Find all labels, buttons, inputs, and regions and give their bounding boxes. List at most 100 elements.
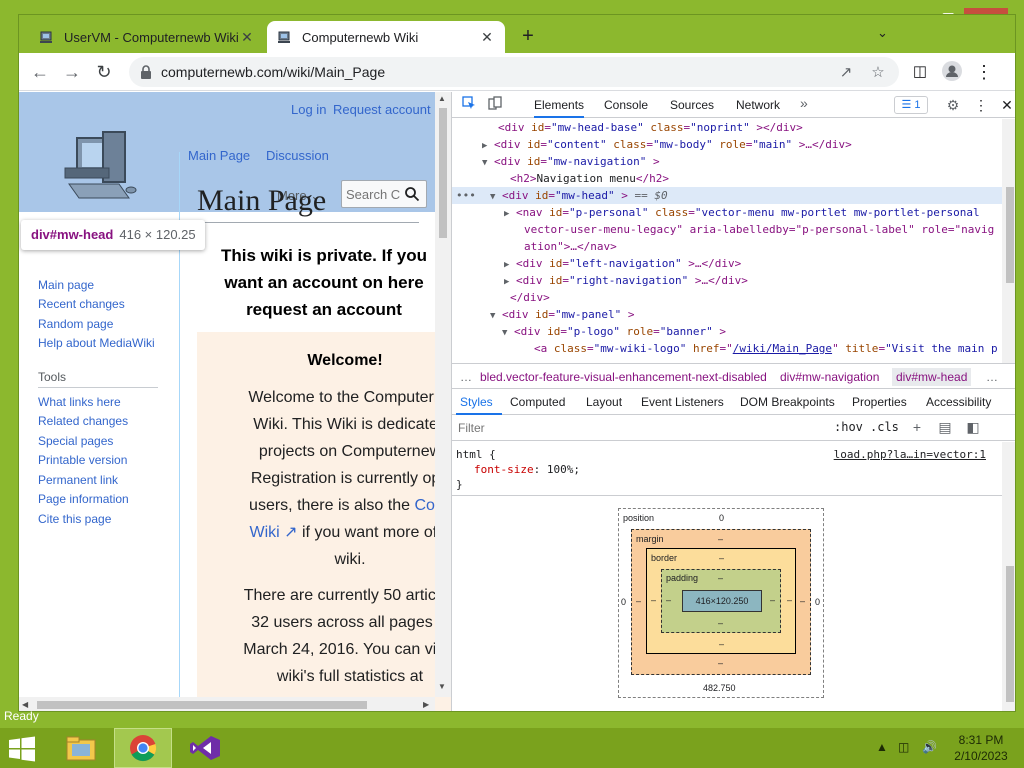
styles-filter-input[interactable] — [458, 419, 828, 437]
windows-start-icon[interactable] — [8, 736, 36, 762]
search-icon[interactable] — [404, 186, 420, 202]
tab-computed[interactable]: Computed — [510, 395, 565, 409]
dom-attr-link[interactable]: /wiki/Main_Page — [733, 342, 832, 355]
styles-scrollbar[interactable] — [1002, 442, 1015, 711]
wiki-search-input[interactable] — [346, 185, 400, 203]
node-actions-icon[interactable]: ••• — [456, 187, 476, 204]
devtools-menu-icon[interactable]: ⋮ — [972, 96, 990, 114]
page-horizontal-scrollbar[interactable]: ◀ ▶ — [19, 697, 435, 711]
wiki-logo-computer-icon[interactable] — [59, 128, 139, 214]
page-vertical-scrollbar[interactable]: ▲ ▼ — [435, 92, 451, 697]
box-padding[interactable]: padding – – – – 416×120.250 — [661, 569, 781, 633]
scroll-right-icon[interactable]: ▶ — [423, 700, 429, 709]
tab-discussion[interactable]: Discussion — [266, 148, 329, 163]
dom-node-line[interactable]: <h2>Navigation menu</h2> — [452, 170, 1002, 187]
dom-node-line[interactable]: ation">…</nav> — [452, 238, 1002, 255]
dom-node-line[interactable]: ••• ▼ <div id="mw-head" > == $0 — [452, 187, 1002, 204]
show-hidden-icons-icon[interactable]: ▲ — [876, 740, 888, 754]
sidebar-item-permanent-link[interactable]: Permanent link — [38, 473, 118, 487]
paint-icon[interactable]: ▤ — [936, 419, 954, 437]
tab-uservm[interactable]: UserVM - Computernewb Wiki ✕ — [29, 21, 265, 53]
settings-gear-icon[interactable]: ⚙ — [944, 96, 962, 114]
tab-properties[interactable]: Properties — [852, 395, 907, 409]
dom-node-line[interactable]: ▶ <nav id="p-personal" class="vector-menu… — [452, 204, 1002, 221]
bookmark-star-icon[interactable]: ☆ — [869, 63, 887, 81]
dom-node-line[interactable]: vector-user-menu-legacy" aria-labelledby… — [452, 221, 1002, 238]
style-rule-html[interactable]: html { font-size: 100%; } load.php?la…in… — [456, 447, 996, 492]
sidebar-item-recent-changes[interactable]: Recent changes — [38, 297, 125, 311]
cls-toggle[interactable]: .cls — [870, 420, 899, 434]
sidebar-item-cite-this-page[interactable]: Cite this page — [38, 512, 111, 526]
taskbar-clock[interactable]: 8:31 PM 2/10/2023 — [950, 732, 1012, 764]
sidebar-item-what-links-here[interactable]: What links here — [38, 395, 121, 409]
share-icon[interactable]: ↗ — [837, 63, 855, 81]
tab-console[interactable]: Console — [604, 98, 648, 112]
dom-tree-scrollbar[interactable] — [1002, 119, 1015, 363]
sidebar-item-special-pages[interactable]: Special pages — [38, 434, 113, 448]
device-toolbar-icon[interactable] — [486, 96, 504, 114]
scroll-up-icon[interactable]: ▲ — [438, 94, 446, 103]
profile-avatar-icon[interactable] — [941, 61, 963, 83]
wiki-external-link[interactable]: Wiki — [249, 524, 279, 541]
dom-node-line[interactable]: ▶ <div id="right-navigation" >…</div> — [452, 272, 1002, 289]
scroll-down-icon[interactable]: ▼ — [438, 682, 446, 691]
tab-close-icon[interactable]: ✕ — [479, 29, 495, 46]
sidebar-item-page-information[interactable]: Page information — [38, 492, 129, 506]
file-explorer-icon[interactable] — [52, 728, 110, 768]
dom-tree[interactable]: <div id="mw-head-base" class="noprint" >… — [452, 119, 1002, 363]
scroll-thumb[interactable] — [1006, 566, 1014, 702]
dom-node-line[interactable]: <a class="mw-wiki-logo" href="/wiki/Main… — [452, 340, 1002, 357]
chrome-menu-icon[interactable]: ⋮ — [973, 61, 995, 83]
scroll-thumb[interactable] — [439, 108, 447, 238]
dom-node-line[interactable]: ▼ <div id="p-logo" role="banner" > — [452, 323, 1002, 340]
tab-close-icon[interactable]: ✕ — [239, 29, 255, 46]
style-source-link[interactable]: load.php?la…in=vector:1 — [834, 447, 986, 462]
back-arrow-icon[interactable]: ← — [29, 61, 51, 83]
scroll-left-icon[interactable]: ◀ — [22, 700, 28, 709]
more-tabs-chevron-icon[interactable]: » — [800, 95, 808, 111]
wiki-search-box[interactable] — [341, 180, 427, 208]
tab-network[interactable]: Network — [736, 98, 780, 112]
tab-accessibility[interactable]: Accessibility — [926, 395, 991, 409]
reload-icon[interactable]: ↻ — [93, 61, 115, 83]
address-bar[interactable]: computernewb.com/wiki/Main_Page ↗ ☆ — [129, 57, 899, 87]
tab-sources[interactable]: Sources — [670, 98, 714, 112]
dom-node-line[interactable]: ▶ <div id="content" class="mw-body" role=… — [452, 136, 1002, 153]
forward-arrow-icon[interactable]: → — [61, 61, 83, 83]
toggle-sidebar-icon[interactable]: ◧ — [964, 419, 982, 437]
chrome-taskbar-icon[interactable] — [114, 728, 172, 768]
side-panel-icon[interactable]: ◫ — [909, 61, 931, 83]
issues-badge[interactable]: ☰ 1 — [894, 96, 928, 114]
box-margin[interactable]: margin – – – – border – – – – padding – — [631, 529, 811, 675]
dom-node-line[interactable]: ▼ <div id="mw-navigation" > — [452, 153, 1002, 170]
tab-search-chevron-icon[interactable]: ⌄ — [877, 25, 888, 41]
request-account-link[interactable]: Request account — [333, 102, 431, 117]
style-property[interactable]: font-size — [474, 463, 534, 476]
tab-computernewb-wiki[interactable]: Computernewb Wiki ✕ — [267, 21, 505, 53]
box-border[interactable]: border – – – – padding – – – – 416×120.2… — [646, 548, 796, 654]
hov-toggle[interactable]: :hov — [834, 420, 863, 434]
sidebar-item-printable-version[interactable]: Printable version — [38, 453, 127, 467]
scroll-thumb[interactable] — [1006, 187, 1014, 283]
breadcrumb-overflow-left[interactable]: … — [460, 370, 472, 384]
close-devtools-icon[interactable]: ✕ — [998, 96, 1015, 114]
login-link[interactable]: Log in — [291, 102, 326, 117]
breadcrumb-overflow-right[interactable]: … — [986, 370, 998, 384]
add-rule-icon[interactable]: + — [908, 419, 926, 437]
tab-styles[interactable]: Styles — [460, 395, 493, 409]
tab-main-page[interactable]: Main Page — [188, 148, 250, 163]
scroll-thumb[interactable] — [37, 701, 367, 709]
style-value[interactable]: 100%; — [547, 463, 580, 476]
visual-studio-icon[interactable] — [176, 728, 234, 768]
sidebar-item-related-changes[interactable]: Related changes — [38, 414, 128, 428]
breadcrumb-item-mw-head[interactable]: div#mw-head — [892, 368, 972, 386]
tab-elements[interactable]: Elements — [534, 98, 585, 118]
network-icon[interactable]: ◫ — [898, 740, 909, 754]
dom-node-line[interactable]: ▼ <div id="mw-panel" > — [452, 306, 1002, 323]
box-content-size[interactable]: 416×120.250 — [682, 590, 762, 612]
dom-node-line[interactable]: <div id="mw-head-base" class="noprint" >… — [452, 119, 1002, 136]
breadcrumb-item-mw-navigation[interactable]: div#mw-navigation — [780, 370, 879, 384]
inspect-element-icon[interactable] — [460, 96, 478, 114]
sidebar-item-help[interactable]: Help about MediaWiki — [38, 336, 155, 350]
volume-icon[interactable]: 🔊 — [922, 740, 937, 754]
